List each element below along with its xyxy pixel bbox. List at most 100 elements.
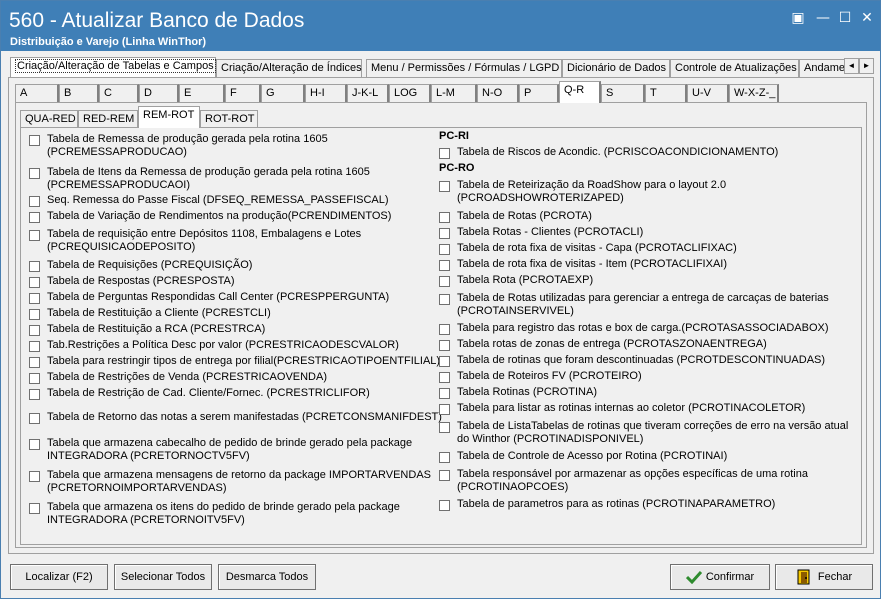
table-checkbox-row[interactable]: Tabela que armazena mensagens de retorno… [29, 469, 431, 495]
table-checkbox[interactable] [29, 261, 40, 272]
table-checkbox-row[interactable]: Tabela de Perguntas Respondidas Call Cen… [29, 291, 389, 304]
tab-andamento[interactable]: Andame [799, 59, 848, 77]
table-checkbox[interactable] [439, 500, 450, 511]
localizar-button[interactable]: Localizar (F2) [10, 564, 108, 590]
maximize-icon[interactable]: ☐ [836, 10, 854, 26]
letter-tab-q-r[interactable]: Q-R [559, 81, 601, 103]
table-checkbox-row[interactable]: Tabela responsável por armazenar as opçõ… [439, 468, 808, 494]
table-checkbox-row[interactable]: Tabela para listar as rotinas internas a… [439, 402, 805, 415]
tab-criacao-indices[interactable]: Criação/Alteração de Índices [216, 59, 362, 77]
table-checkbox[interactable] [439, 260, 450, 271]
tab-scroll-left-icon[interactable]: ◄ [844, 58, 859, 74]
close-icon[interactable]: ✕ [858, 10, 876, 26]
table-checkbox[interactable] [29, 309, 40, 320]
table-checkbox-row[interactable]: Tabela de requisição entre Depósitos 110… [29, 228, 361, 254]
letter-tab-h-i[interactable]: H-I [305, 84, 347, 102]
table-checkbox-row[interactable]: Tabela de Restituição a RCA (PCRESTRCA) [29, 323, 265, 336]
table-checkbox-row[interactable]: Tabela que armazena cabecalho de pedido … [29, 437, 412, 463]
letter-tab-g[interactable]: G [261, 84, 305, 102]
tab-menu-permissoes[interactable]: Menu / Permissões / Fórmulas / LGPD [366, 59, 562, 77]
table-checkbox-row[interactable]: Tabela de Reteirização da RoadShow para … [439, 179, 726, 205]
table-checkbox[interactable] [29, 373, 40, 384]
selecionar-todos-button[interactable]: Selecionar Todos [114, 564, 212, 590]
subtab-red-rem[interactable]: RED-REM [78, 110, 138, 127]
table-checkbox-row[interactable]: Tabela Rotinas (PCROTINA) [439, 386, 597, 399]
tab-dicionario-dados[interactable]: Dicionário de Dados [562, 59, 670, 77]
letter-tab-l-m[interactable]: L-M [431, 84, 477, 102]
desmarca-todos-button[interactable]: Desmarca Todos [218, 564, 316, 590]
fechar-button[interactable]: Fechar [775, 564, 873, 590]
letter-tab-u-v[interactable]: U-V [687, 84, 729, 102]
table-checkbox[interactable] [439, 356, 450, 367]
table-checkbox-row[interactable]: Tabela de ListaTabelas de rotinas que ti… [439, 420, 848, 446]
table-checkbox-row[interactable]: Seq. Remessa do Passe Fiscal (DFSEQ_REME… [29, 194, 389, 207]
table-checkbox[interactable] [29, 341, 40, 352]
table-checkbox-row[interactable]: Tabela para registro das rotas e box de … [439, 322, 829, 335]
table-checkbox-row[interactable]: Tabela de rota fixa de visitas - Item (P… [439, 258, 727, 271]
table-checkbox[interactable] [29, 196, 40, 207]
confirmar-button[interactable]: Confirmar [670, 564, 770, 590]
letter-tab-j-k-l[interactable]: J-K-L [347, 84, 389, 102]
table-checkbox-row[interactable]: Tabela de Riscos de Acondic. (PCRISCOACO… [439, 146, 778, 159]
letter-tab-t[interactable]: T [645, 84, 687, 102]
letter-tab-log[interactable]: LOG [389, 84, 431, 102]
subtab-rot-rot[interactable]: ROT-ROT [200, 110, 258, 127]
table-checkbox[interactable] [439, 324, 450, 335]
table-checkbox[interactable] [439, 470, 450, 481]
table-checkbox-row[interactable]: Tabela de Rotas utilizadas para gerencia… [439, 292, 829, 318]
letter-tab-d[interactable]: D [139, 84, 179, 102]
table-checkbox-row[interactable]: Tabela de Restituição a Cliente (PCRESTC… [29, 307, 271, 320]
table-checkbox[interactable] [439, 276, 450, 287]
table-checkbox[interactable] [439, 388, 450, 399]
table-checkbox[interactable] [29, 135, 40, 146]
minimize-icon[interactable]: — [814, 10, 832, 26]
table-checkbox-row[interactable]: Tabela de Respostas (PCRESPOSTA) [29, 275, 234, 288]
tab-scroll-right-icon[interactable]: ► [859, 58, 874, 74]
table-checkbox[interactable] [439, 452, 450, 463]
table-checkbox[interactable] [29, 293, 40, 304]
letter-tab-n-o[interactable]: N-O [477, 84, 519, 102]
table-checkbox-row[interactable]: Tabela de Rotas (PCROTA) [439, 210, 592, 223]
table-checkbox-row[interactable]: Tabela rotas de zonas de entrega (PCROTA… [439, 338, 767, 351]
table-checkbox[interactable] [439, 294, 450, 305]
table-checkbox-row[interactable]: Tabela para restringir tipos de entrega … [29, 355, 440, 368]
letter-tab-c[interactable]: C [99, 84, 139, 102]
table-checkbox[interactable] [439, 181, 450, 192]
table-checkbox-row[interactable]: Tabela de Remessa de produção gerada pel… [29, 133, 328, 159]
letter-tab-p[interactable]: P [519, 84, 559, 102]
restore-icon[interactable]: ▣ [789, 10, 807, 26]
table-checkbox-row[interactable]: Tabela Rotas - Clientes (PCROTACLI) [439, 226, 643, 239]
table-checkbox[interactable] [29, 277, 40, 288]
letter-tab-f[interactable]: F [225, 84, 261, 102]
tab-controle-atualizacoes[interactable]: Controle de Atualizações [670, 59, 799, 77]
subtab-qua-red[interactable]: QUA-RED [20, 110, 78, 127]
table-checkbox-row[interactable]: Tabela de parametros para as rotinas (PC… [439, 498, 775, 511]
table-checkbox-row[interactable]: Tabela de Controle de Acesso por Rotina … [439, 450, 727, 463]
table-checkbox[interactable] [439, 404, 450, 415]
table-checkbox-row[interactable]: Tabela de Requisições (PCREQUISIÇÃO) [29, 259, 252, 272]
table-checkbox-row[interactable]: Tabela de Variação de Rendimentos na pro… [29, 210, 391, 223]
table-checkbox-row[interactable]: Tabela de Restrição de Cad. Cliente/Forn… [29, 387, 370, 400]
table-checkbox[interactable] [29, 503, 40, 514]
table-checkbox[interactable] [29, 389, 40, 400]
table-checkbox[interactable] [29, 471, 40, 482]
letter-tab-a[interactable]: A [15, 84, 59, 102]
table-checkbox-row[interactable]: Tabela que armazena os itens do pedido d… [29, 501, 400, 527]
table-checkbox[interactable] [439, 148, 450, 159]
letter-tab-e[interactable]: E [179, 84, 225, 102]
table-checkbox-row[interactable]: Tab.Restrições a Política Desc por valor… [29, 339, 399, 352]
table-checkbox[interactable] [439, 244, 450, 255]
table-checkbox[interactable] [29, 325, 40, 336]
table-checkbox[interactable] [29, 413, 40, 424]
table-checkbox-row[interactable]: Tabela de Restrições de Venda (PCRESTRIC… [29, 371, 327, 384]
table-checkbox[interactable] [29, 439, 40, 450]
letter-tab-w-x-z[interactable]: W-X-Z-_ [729, 84, 779, 102]
table-checkbox[interactable] [29, 230, 40, 241]
table-checkbox-row[interactable]: Tabela de rota fixa de visitas - Capa (P… [439, 242, 737, 255]
table-checkbox[interactable] [439, 212, 450, 223]
table-checkbox[interactable] [29, 212, 40, 223]
table-checkbox-row[interactable]: Tabela de Itens da Remessa de produção g… [29, 166, 370, 192]
letter-tab-s[interactable]: S [601, 84, 645, 102]
letter-tab-b[interactable]: B [59, 84, 99, 102]
table-checkbox[interactable] [29, 168, 40, 179]
